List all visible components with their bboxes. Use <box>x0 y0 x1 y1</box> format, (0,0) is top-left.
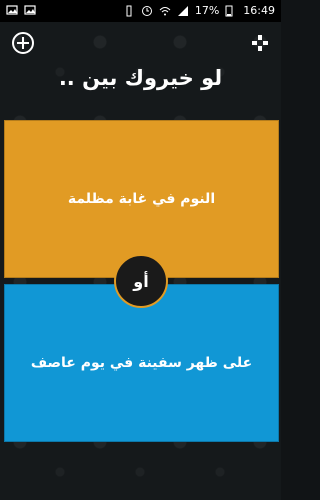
option-first-text: النوم في غابة مظلمة <box>67 191 216 207</box>
or-badge: أو <box>114 254 168 308</box>
image-notification-icon-2 <box>24 4 36 16</box>
or-label: أو <box>133 271 149 291</box>
status-bar: 17% 16:49 <box>0 0 281 22</box>
alarm-icon <box>141 5 153 17</box>
signal-icon <box>177 5 189 17</box>
gamepad-icon[interactable] <box>251 34 269 52</box>
status-right-icons: 17% 16:49 <box>123 4 275 17</box>
wifi-icon <box>159 5 171 17</box>
battery-icon <box>225 5 237 17</box>
image-notification-icon <box>6 4 18 16</box>
app-bar <box>0 22 281 66</box>
battery-percentage: 17% <box>194 4 220 17</box>
option-second-text: على ظهر سفينة في يوم عاصف <box>30 355 253 371</box>
add-circle-icon[interactable] <box>12 32 34 54</box>
page-title: لو خيروك بين .. <box>58 66 223 90</box>
vibrate-icon <box>123 5 135 17</box>
status-left-icons <box>6 4 36 16</box>
clock: 16:49 <box>243 4 275 17</box>
